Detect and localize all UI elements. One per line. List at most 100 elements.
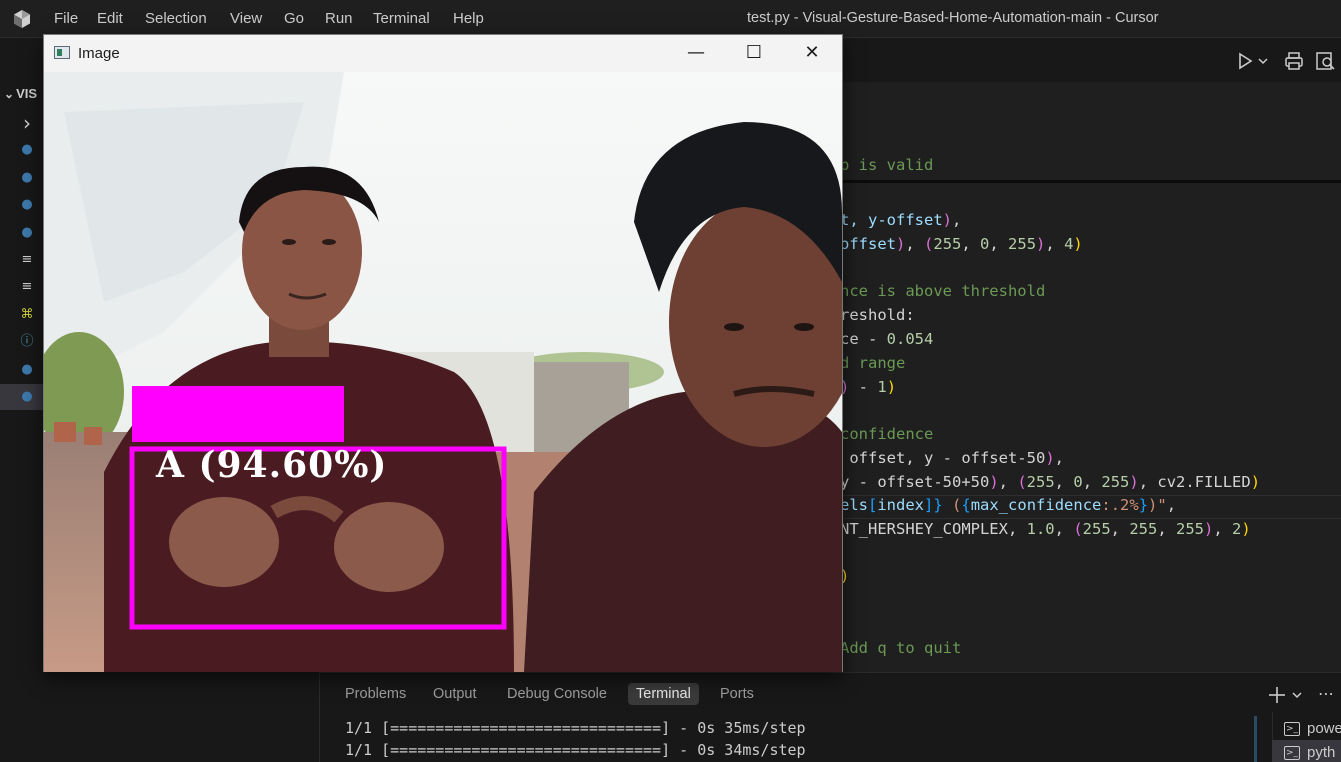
code-token: 255 bbox=[1082, 520, 1111, 538]
terminal-list-sash[interactable] bbox=[1254, 716, 1257, 762]
menu-edit[interactable]: Edit bbox=[97, 10, 123, 27]
terminal-dropdown-chevron-icon[interactable] bbox=[1290, 688, 1304, 702]
code-token: reshold: bbox=[840, 306, 915, 324]
code-token: 0.054 bbox=[886, 330, 934, 348]
menu-terminal[interactable]: Terminal bbox=[373, 10, 430, 27]
close-button[interactable]: ✕ bbox=[783, 35, 841, 72]
code-token: , bbox=[1045, 235, 1065, 253]
chevron-down-icon: ⌄ bbox=[4, 87, 15, 101]
tab-ports[interactable]: Ports bbox=[720, 686, 754, 702]
code-token: { bbox=[961, 496, 971, 514]
code-token: offset bbox=[840, 235, 896, 253]
chevron-right-icon: › bbox=[23, 111, 31, 135]
explorer-file-row[interactable]: ⌘ bbox=[0, 302, 44, 328]
code-token: ) bbox=[1241, 520, 1251, 538]
image-window-titlebar[interactable]: Image — ☐ ✕ bbox=[44, 35, 842, 72]
terminal-instance-powershell[interactable]: powe bbox=[1307, 720, 1341, 737]
printer-icon[interactable] bbox=[1283, 50, 1305, 72]
label-background bbox=[132, 386, 344, 442]
camera-frame-photo bbox=[44, 72, 842, 672]
code-token: , bbox=[961, 235, 981, 253]
terminal-output-line: 1/1 [==============================] - 0… bbox=[345, 719, 806, 737]
code-token: [ bbox=[868, 496, 878, 514]
code-token: 255 bbox=[1026, 473, 1055, 491]
image-window-title: Image bbox=[78, 45, 120, 62]
code-token: offset, y - offset-50 bbox=[840, 449, 1046, 467]
code-token: , bbox=[1082, 473, 1102, 491]
code-token: , bbox=[989, 235, 1009, 253]
maximize-button[interactable]: ☐ bbox=[725, 35, 783, 72]
code-token: p is valid bbox=[840, 156, 934, 174]
explorer-file-row[interactable]: › bbox=[0, 110, 44, 136]
explorer-file-row[interactable]: ● bbox=[0, 165, 44, 191]
menu-run[interactable]: Run bbox=[325, 10, 353, 27]
code-token: , bbox=[1157, 520, 1176, 538]
code-token: ( bbox=[1073, 520, 1083, 538]
code-token: 0 bbox=[980, 235, 990, 253]
python-file-icon: ● bbox=[21, 169, 33, 185]
code-token: , bbox=[998, 473, 1018, 491]
code-token: 255 bbox=[1176, 520, 1204, 538]
explorer-file-row[interactable]: ≡ bbox=[0, 274, 44, 300]
run-icon[interactable] bbox=[1234, 50, 1256, 72]
code-token: } bbox=[933, 496, 953, 514]
python-file-icon: ● bbox=[21, 197, 33, 213]
code-token: 255 bbox=[1101, 473, 1130, 491]
code-line: t, y-offset), bbox=[840, 211, 961, 229]
menu-selection[interactable]: Selection bbox=[145, 10, 207, 27]
code-token: ) bbox=[1073, 235, 1083, 253]
tab-terminal[interactable]: Terminal bbox=[628, 683, 699, 705]
code-token: - bbox=[849, 378, 878, 396]
code-token: 1 bbox=[877, 378, 887, 396]
explorer-file-row[interactable]: ● bbox=[0, 384, 44, 410]
explorer-file-row[interactable]: ⓘ bbox=[0, 329, 44, 355]
minimize-button[interactable]: — bbox=[667, 35, 725, 72]
explorer-file-row[interactable]: ≡ bbox=[0, 247, 44, 273]
code-token: ( bbox=[952, 496, 962, 514]
explorer-file-row[interactable]: ● bbox=[0, 220, 44, 246]
python-file-icon: ● bbox=[21, 389, 33, 404]
terminal-instance-python[interactable]: pyth bbox=[1307, 744, 1335, 761]
code-token: , bbox=[1054, 449, 1064, 467]
run-dropdown-chevron-icon[interactable] bbox=[1256, 50, 1270, 72]
python-file-icon: ● bbox=[21, 142, 33, 158]
menu-file[interactable]: File bbox=[54, 10, 78, 27]
code-token: confidence bbox=[840, 425, 934, 443]
code-token: t, y-offset bbox=[840, 211, 943, 229]
menu-go[interactable]: Go bbox=[284, 10, 304, 27]
code-token: NT_HERSHEY_COMPLEX, bbox=[840, 520, 1027, 538]
python-file-icon: ● bbox=[21, 224, 33, 240]
code-token: , bbox=[1166, 496, 1177, 514]
new-terminal-plus-icon[interactable] bbox=[1267, 685, 1287, 705]
menu-view[interactable]: View bbox=[230, 10, 262, 27]
tab-debug-console[interactable]: Debug Console bbox=[507, 686, 607, 702]
code-token: 2 bbox=[1232, 520, 1242, 538]
more-actions-icon[interactable]: ⋯ bbox=[1318, 684, 1334, 703]
code-line: nce is above threshold bbox=[840, 282, 1045, 300]
code-token: , bbox=[952, 211, 962, 229]
code-line: ce - 0.054 bbox=[840, 330, 933, 348]
code-token: , bbox=[905, 235, 925, 253]
code-line: offset, y - offset-50), bbox=[840, 449, 1064, 467]
code-token: ) bbox=[1250, 473, 1261, 491]
image-window-app-icon bbox=[54, 46, 70, 59]
code-token: , bbox=[1054, 473, 1074, 491]
explorer-file-row[interactable]: ● bbox=[0, 192, 44, 218]
opencv-image-window[interactable]: Image — ☐ ✕ A (94.60%) bbox=[43, 34, 843, 672]
explorer-file-row[interactable]: ● bbox=[0, 137, 44, 163]
terminal-shell-icon: >_ bbox=[1284, 746, 1300, 760]
tab-problems[interactable]: Problems bbox=[345, 686, 406, 702]
code-token: , cv2.FILLED bbox=[1138, 473, 1251, 491]
code-line: d range bbox=[840, 354, 905, 372]
menu-help[interactable]: Help bbox=[453, 10, 484, 27]
tab-output[interactable]: Output bbox=[433, 686, 477, 702]
title-bar: File Edit Selection View Go Run Terminal… bbox=[0, 0, 1341, 38]
window-title: test.py - Visual-Gesture-Based-Home-Auto… bbox=[747, 10, 1159, 26]
code-token: max_confidence bbox=[970, 496, 1102, 514]
code-token: ) bbox=[1204, 520, 1214, 538]
code-line: reshold: bbox=[840, 306, 915, 324]
find-in-file-icon[interactable] bbox=[1314, 50, 1336, 72]
terminal-shell-icon: >_ bbox=[1284, 722, 1300, 736]
explorer-section-header[interactable]: ⌄ VIS bbox=[4, 86, 37, 101]
explorer-file-row[interactable]: ● bbox=[0, 357, 44, 383]
